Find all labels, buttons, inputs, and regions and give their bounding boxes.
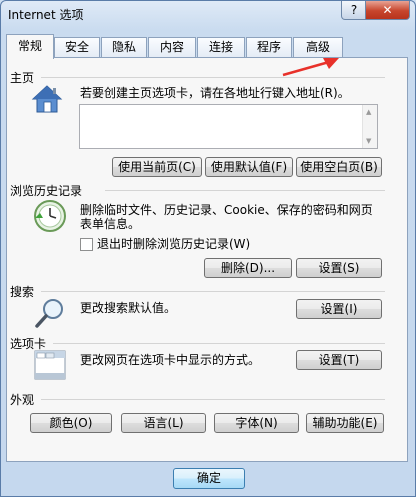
fonts-button[interactable]: 字体(N) — [214, 413, 299, 433]
use-blank-button[interactable]: 使用空白页(B) — [296, 157, 382, 177]
appearance-section-title: 外观 — [10, 393, 35, 407]
tab-advanced[interactable]: 高级 — [293, 37, 343, 58]
history-divider — [105, 190, 385, 191]
tabs-divider — [53, 343, 385, 344]
colors-button[interactable]: 颜色(O) — [30, 413, 112, 433]
scroll-up-icon[interactable]: ▲ — [366, 108, 371, 116]
history-description-line1: 删除临时文件、历史记录、Cookie、保存的密码和网页 — [80, 203, 373, 217]
tab-connections[interactable]: 连接 — [197, 37, 245, 58]
history-description-line2: 表单信息。 — [80, 217, 141, 231]
tabs-description: 更改网页在选项卡中显示的方式。 — [80, 353, 261, 367]
delete-history-button[interactable]: 删除(D)... — [204, 258, 292, 278]
tab-security[interactable]: 安全 — [54, 37, 100, 58]
tabs-settings-button[interactable]: 设置(T) — [296, 350, 382, 370]
close-button[interactable]: ✕ — [365, 1, 410, 20]
tab-privacy[interactable]: 隐私 — [101, 37, 147, 58]
house-icon — [31, 85, 63, 113]
delete-on-exit-label[interactable]: 退出时删除浏览历史记录(W) — [97, 237, 250, 252]
use-current-button[interactable]: 使用当前页(C) — [112, 157, 202, 177]
languages-button[interactable]: 语言(L) — [121, 413, 206, 433]
home-description: 若要创建主页选项卡，请在各地址行键入地址(R)。 — [80, 86, 350, 100]
window-title: Internet 选项 — [8, 8, 84, 22]
history-section-title: 浏览历史记录 — [10, 184, 83, 198]
tab-content[interactable]: 内容 — [148, 37, 196, 58]
help-button[interactable]: ? — [341, 1, 367, 20]
magnifier-icon — [35, 299, 63, 328]
tabs-window-icon — [34, 350, 66, 380]
ok-button[interactable]: 确定 — [173, 468, 245, 489]
accessibility-button[interactable]: 辅助功能(E) — [306, 413, 384, 433]
annotation-arrow-icon — [282, 58, 339, 77]
search-section-title: 搜索 — [10, 285, 35, 299]
title-bar[interactable]: Internet 选项 ? ✕ — [1, 1, 415, 25]
history-settings-button[interactable]: 设置(S) — [296, 258, 382, 278]
search-description: 更改搜索默认值。 — [80, 301, 177, 315]
dialog-window: Internet 选项 ? ✕ 常规 安全 隐私 内容 连接 程序 高级 主页 … — [0, 0, 416, 497]
appearance-divider — [41, 399, 385, 400]
scroll-down-icon[interactable]: ▼ — [366, 137, 371, 145]
home-page-input[interactable]: ▲ ▼ — [79, 104, 378, 149]
search-divider — [41, 291, 385, 292]
tab-general[interactable]: 常规 — [6, 34, 54, 59]
use-default-button[interactable]: 使用默认值(F) — [205, 157, 293, 177]
general-panel: 主页 若要创建主页选项卡，请在各地址行键入地址(R)。 ▲ ▼ 使用当前页(C)… — [6, 57, 408, 462]
tab-programs[interactable]: 程序 — [246, 37, 292, 58]
history-clock-icon — [34, 200, 66, 232]
search-settings-button[interactable]: 设置(I) — [296, 299, 382, 319]
delete-on-exit-checkbox[interactable] — [80, 238, 93, 251]
home-page-scrollbar[interactable]: ▲ ▼ — [362, 105, 377, 148]
